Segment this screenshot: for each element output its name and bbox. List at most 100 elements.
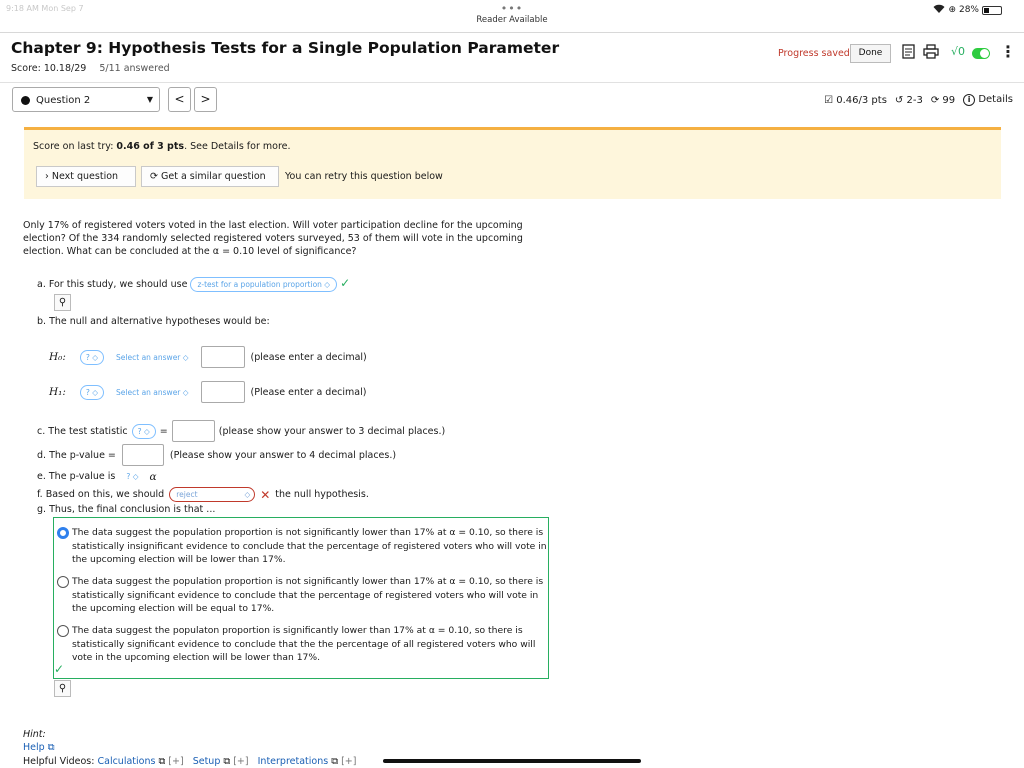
h1-param-select[interactable]: ? ◇ (79, 384, 105, 400)
last-score-suffix: . See Details for more. (184, 141, 291, 152)
h0-row: H₀: ? ◇ Select an answer ◇ (please enter… (49, 346, 367, 368)
h0-hint: (please enter a decimal) (250, 351, 367, 363)
help-label: Help (23, 742, 45, 753)
part-a: a. For this study, we should use z-test … (37, 276, 350, 292)
attempts-value: 2-3 (906, 94, 923, 106)
part-e-label: e. The p-value is (37, 471, 116, 482)
external-link-icon: ⧉ (158, 756, 166, 767)
h0-relation-select[interactable]: Select an answer ◇ (110, 350, 195, 365)
radio-selected[interactable] (57, 527, 69, 539)
choice-3-text: The data suggest the populaton proportio… (72, 625, 536, 663)
test-statistic-input[interactable] (171, 420, 215, 442)
test-statistic-select[interactable]: ? ◇ (131, 423, 156, 439)
similar-question-button[interactable]: ⟳ Get a similar question (141, 166, 279, 187)
radio-unselected[interactable] (57, 576, 69, 588)
battery-percent: 28% (958, 5, 979, 15)
h0-value-input[interactable] (200, 346, 245, 368)
test-type-value: z-test for a population proportion (197, 280, 322, 289)
reader-available[interactable]: Reader Available (0, 15, 1024, 25)
lock-rotation-icon: ⊕ (948, 5, 956, 15)
print-icon[interactable] (923, 44, 939, 63)
h0-param-select[interactable]: ? ◇ (79, 349, 105, 365)
part-g-label: g. Thus, the final conclusion is that ..… (37, 504, 216, 515)
choice-option-3[interactable]: The data suggest the populaton proportio… (57, 624, 548, 665)
details-label: Details (978, 94, 1013, 105)
part-f-label: f. Based on this, we should (37, 489, 165, 500)
divider (0, 82, 1024, 83)
decision-value: reject (176, 490, 198, 499)
score-banner (24, 127, 1001, 199)
math-input-icon[interactable]: √0 (951, 45, 965, 58)
score-label: Score: 10.18/29 (11, 63, 87, 74)
next-question-banner-button[interactable]: › Next question (36, 166, 136, 187)
choice-option-2[interactable]: The data suggest the population proporti… (57, 575, 548, 616)
wifi-icon (933, 4, 945, 16)
last-score-text: Score on last try: 0.46 of 3 pts. See De… (33, 141, 291, 152)
videos-label: Helpful Videos: (23, 756, 95, 767)
comparison-value: ? (126, 472, 131, 481)
test-statistic-value: ? (137, 426, 142, 436)
part-g-gear-icon[interactable]: ⚲ (54, 680, 71, 697)
h1-relation-value: Select an answer (116, 387, 181, 397)
status-indicators: ⊕ 28% (933, 4, 1002, 16)
retry-icon: ⟳ (150, 171, 158, 182)
h0-relation-value: Select an answer (116, 352, 181, 362)
h1-row: H₁: ? ◇ Select an answer ◇ (Please enter… (49, 381, 366, 403)
radio-unselected[interactable] (57, 625, 69, 637)
decision-select[interactable]: reject ◇ (169, 487, 256, 502)
undo-icon: ↺ (894, 94, 904, 106)
part-c: c. The test statistic ? ◇ = (please show… (37, 420, 445, 442)
video-link-interpretations[interactable]: Interpretations (258, 756, 329, 767)
choice-option-1[interactable]: The data suggest the population proporti… (57, 526, 548, 567)
p-value-input[interactable] (121, 444, 164, 466)
question-status-dot (21, 95, 30, 105)
question-metrics: ☑ 0.46/3 pts ↺ 2-3 ⟳ 99 i Details (824, 94, 1013, 106)
chevron-right-icon: › (45, 171, 49, 182)
video-link-setup[interactable]: Setup (193, 756, 221, 767)
test-type-select[interactable]: z-test for a population proportion ◇ (190, 277, 338, 292)
question-dropdown[interactable]: Question 2 ▼ (12, 87, 160, 112)
print-preview-icon[interactable] (902, 44, 915, 63)
choice-2-text: The data suggest the population proporti… (72, 576, 544, 614)
more-menu-icon[interactable]: ⋮ (1000, 42, 1016, 61)
expand-toggle[interactable]: [+] (233, 756, 248, 767)
previous-question-button[interactable]: < (168, 87, 191, 112)
more-dots[interactable]: ••• (0, 2, 1024, 15)
retries-metric: ⟳ 99 (931, 95, 955, 106)
home-indicator[interactable] (383, 759, 641, 763)
h1-relation-select[interactable]: Select an answer ◇ (110, 385, 195, 400)
retry-icon: ⟳ (930, 94, 940, 106)
part-a-gear-icon[interactable]: ⚲ (54, 294, 71, 311)
help-link[interactable]: Help ⧉ (23, 742, 55, 753)
external-link-icon: ⧉ (47, 742, 55, 753)
next-question-label: Next question (51, 171, 119, 182)
last-score-prefix: Score on last try: (33, 141, 117, 152)
similar-question-label: Get a similar question (161, 171, 266, 182)
done-button[interactable]: Done (850, 44, 891, 63)
h1-param-value: ? (85, 387, 90, 397)
p-value-comparison-select[interactable]: ? ◇ (120, 469, 144, 484)
retries-value: 99 (942, 94, 956, 106)
part-c-label: c. The test statistic (37, 425, 128, 437)
question-prompt: Only 17% of registered voters voted in t… (23, 220, 523, 257)
details-link[interactable]: i Details (963, 94, 1013, 106)
math-toggle[interactable] (972, 48, 990, 59)
choice-1-text: The data suggest the population proporti… (72, 527, 547, 565)
progress-saved-status: Progress saved (778, 48, 850, 59)
equals-sign: = (159, 425, 168, 437)
expand-toggle[interactable]: [+] (168, 756, 183, 767)
divider (0, 32, 1024, 33)
part-d-hint: (Please show your answer to 4 decimal pl… (169, 449, 397, 461)
part-a-label: a. For this study, we should use (37, 279, 188, 290)
part-d-label: d. The p-value = (37, 449, 116, 461)
h1-value-input[interactable] (200, 381, 245, 403)
expand-toggle[interactable]: [+] (341, 756, 356, 767)
cross-icon: ✕ (260, 487, 271, 502)
question-dropdown-label: Question 2 (36, 94, 91, 106)
alpha-symbol: α (149, 470, 157, 483)
edit-check-icon: ☑ (824, 94, 834, 106)
video-link-calculations[interactable]: Calculations (97, 756, 155, 767)
next-question-button[interactable]: > (194, 87, 217, 112)
hint-label: Hint: (23, 729, 46, 740)
part-b-label: b. The null and alternative hypotheses w… (37, 316, 270, 327)
